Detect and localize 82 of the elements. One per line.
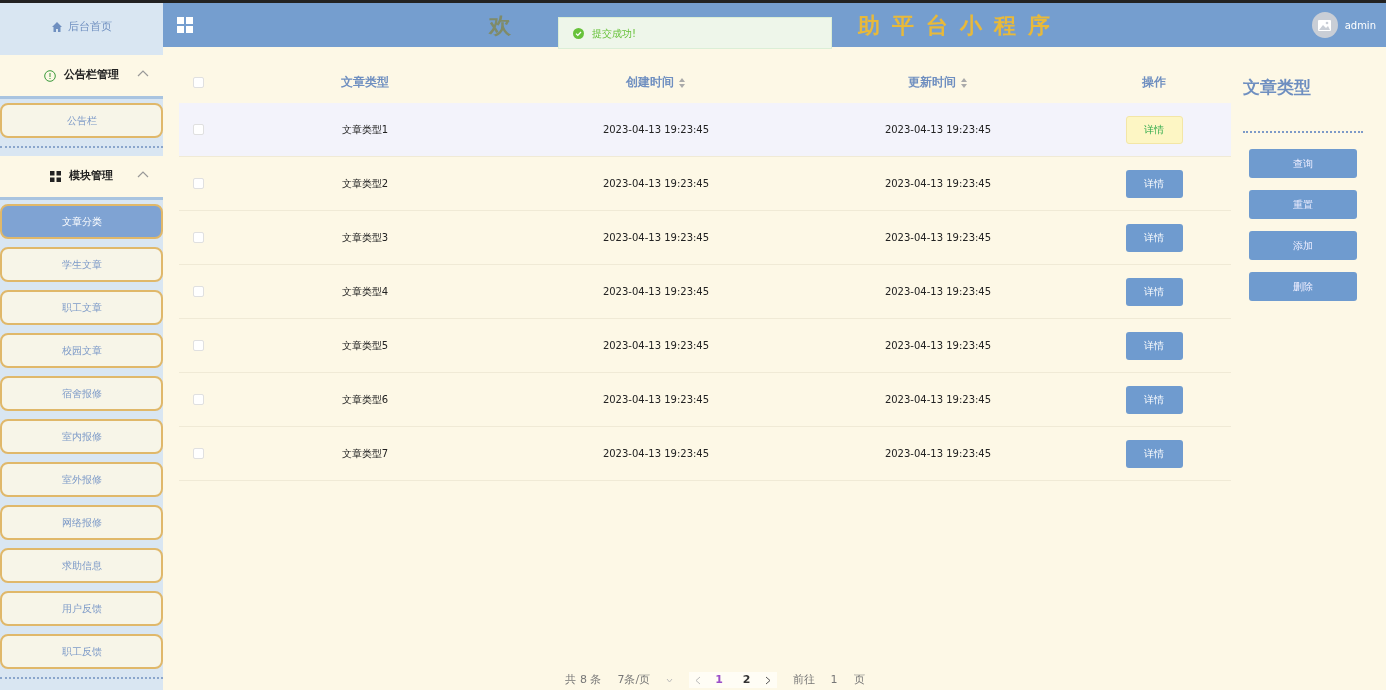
goto-page-field[interactable]: 1 xyxy=(830,671,838,689)
row-checkbox[interactable] xyxy=(193,124,204,135)
detail-button[interactable]: 详情 xyxy=(1125,169,1183,198)
site-title: 欢 xyxy=(489,11,523,40)
table-cell-text: 文章类型4 xyxy=(340,285,390,299)
table-cell-text: 2023-04-13 19:23:45 xyxy=(883,339,993,353)
sidebar-item[interactable]: 公告栏 xyxy=(0,103,163,138)
column-header: 创建时间 xyxy=(515,73,797,91)
detail-button[interactable]: 详情 xyxy=(1125,277,1183,306)
sidebar-item[interactable]: 宿舍报修 xyxy=(0,376,163,411)
avatar-icon[interactable] xyxy=(1311,12,1338,38)
username[interactable]: admin xyxy=(1344,17,1376,33)
sidebar-item[interactable]: 求助信息 xyxy=(0,548,163,583)
sidebar-item[interactable]: 校园文章 xyxy=(0,333,163,368)
table-cell-text: 2023-04-13 19:23:45 xyxy=(601,177,711,191)
table-cell-text: 文章类型2 xyxy=(340,177,390,191)
row-checkbox[interactable] xyxy=(193,394,204,405)
row-checkbox[interactable] xyxy=(193,286,204,297)
sidebar-item[interactable]: 室内报修 xyxy=(0,419,163,454)
success-toast: 提交成功! xyxy=(558,17,832,49)
sort-icon[interactable] xyxy=(678,77,686,88)
table-cell-text: 2023-04-13 19:23:45 xyxy=(601,393,711,407)
success-icon xyxy=(573,27,584,39)
row-checkbox[interactable] xyxy=(193,340,204,351)
site-title: 助平台小程序 xyxy=(858,11,1062,40)
sidebar-item[interactable]: 室外报修 xyxy=(0,462,163,497)
sidebar-item[interactable]: 文章分类 xyxy=(0,204,163,239)
action-button[interactable]: 重置 xyxy=(1249,189,1357,219)
dropdown-caret-icon[interactable] xyxy=(666,677,674,683)
table-cell-text: 2023-04-13 19:23:45 xyxy=(601,285,711,299)
page-number[interactable]: 2 xyxy=(736,671,757,689)
detail-button[interactable]: 详情 xyxy=(1125,331,1183,360)
table-cell-text: 2023-04-13 19:23:45 xyxy=(883,123,993,137)
panel-title: 文章类型 xyxy=(1243,76,1312,99)
menu-group-header[interactable]: 公告栏管理 xyxy=(0,55,163,99)
action-button[interactable]: 查询 xyxy=(1249,148,1357,178)
detail-button[interactable]: 详情 xyxy=(1125,439,1183,468)
action-button[interactable]: 添加 xyxy=(1249,230,1357,260)
goto-suffix: 页 xyxy=(853,671,865,688)
sort-icon[interactable] xyxy=(960,77,968,88)
sidebar-item[interactable]: 职工反馈 xyxy=(0,634,163,669)
grid-icon xyxy=(50,171,61,182)
table-cell-text: 文章类型1 xyxy=(340,123,390,137)
table-cell-text: 2023-04-13 19:23:45 xyxy=(601,123,711,137)
column-header: 更新时间 xyxy=(797,73,1079,91)
sidebar-item[interactable]: 网络报修 xyxy=(0,505,163,540)
table-cell-text: 2023-04-13 19:23:45 xyxy=(883,285,993,299)
prev-page-icon[interactable] xyxy=(695,675,702,685)
table-cell-text: 2023-04-13 19:23:45 xyxy=(883,231,993,245)
table-cell-text: 文章类型7 xyxy=(340,447,390,461)
row-checkbox[interactable] xyxy=(193,178,204,189)
action-button[interactable]: 删除 xyxy=(1249,271,1357,301)
table-cell-text: 2023-04-13 19:23:45 xyxy=(883,177,993,191)
sidebar-item[interactable]: 用户反馈 xyxy=(0,591,163,626)
table-cell-text: 2023-04-13 19:23:45 xyxy=(883,447,993,461)
table-cell-text: 2023-04-13 19:23:45 xyxy=(601,231,711,245)
sidebar-item[interactable]: 职工文章 xyxy=(0,290,163,325)
next-page-icon[interactable] xyxy=(764,675,771,685)
detail-button[interactable]: 详情 xyxy=(1125,385,1183,414)
menu-grid-icon[interactable] xyxy=(177,17,193,33)
menu-group-header[interactable]: 模块管理 xyxy=(0,156,163,200)
column-header: 文章类型 xyxy=(340,74,390,91)
page-size-select[interactable]: 7条/页 xyxy=(617,671,674,689)
home-icon xyxy=(51,22,62,32)
info-icon xyxy=(44,69,56,82)
select-all-checkbox[interactable] xyxy=(193,76,204,88)
total-count: 共 8 条 xyxy=(565,671,602,688)
sidebar-item[interactable]: 学生文章 xyxy=(0,247,163,282)
row-checkbox[interactable] xyxy=(193,448,204,459)
table-cell-text: 文章类型5 xyxy=(340,339,390,353)
row-checkbox[interactable] xyxy=(193,232,204,243)
column-header: 操作 xyxy=(1141,74,1167,91)
table-cell-text: 文章类型3 xyxy=(340,231,390,245)
detail-button[interactable]: 详情 xyxy=(1125,115,1183,144)
table-cell-text: 2023-04-13 19:23:45 xyxy=(601,339,711,353)
home-menu-item[interactable]: 后台首页 xyxy=(0,3,163,51)
table-cell-text: 2023-04-13 19:23:45 xyxy=(883,393,993,407)
goto-label: 前往 xyxy=(792,671,815,688)
table-cell-text: 文章类型6 xyxy=(340,393,390,407)
detail-button[interactable]: 详情 xyxy=(1125,223,1183,252)
page-number[interactable]: 1 xyxy=(709,671,729,689)
table-cell-text: 2023-04-13 19:23:45 xyxy=(601,447,711,461)
